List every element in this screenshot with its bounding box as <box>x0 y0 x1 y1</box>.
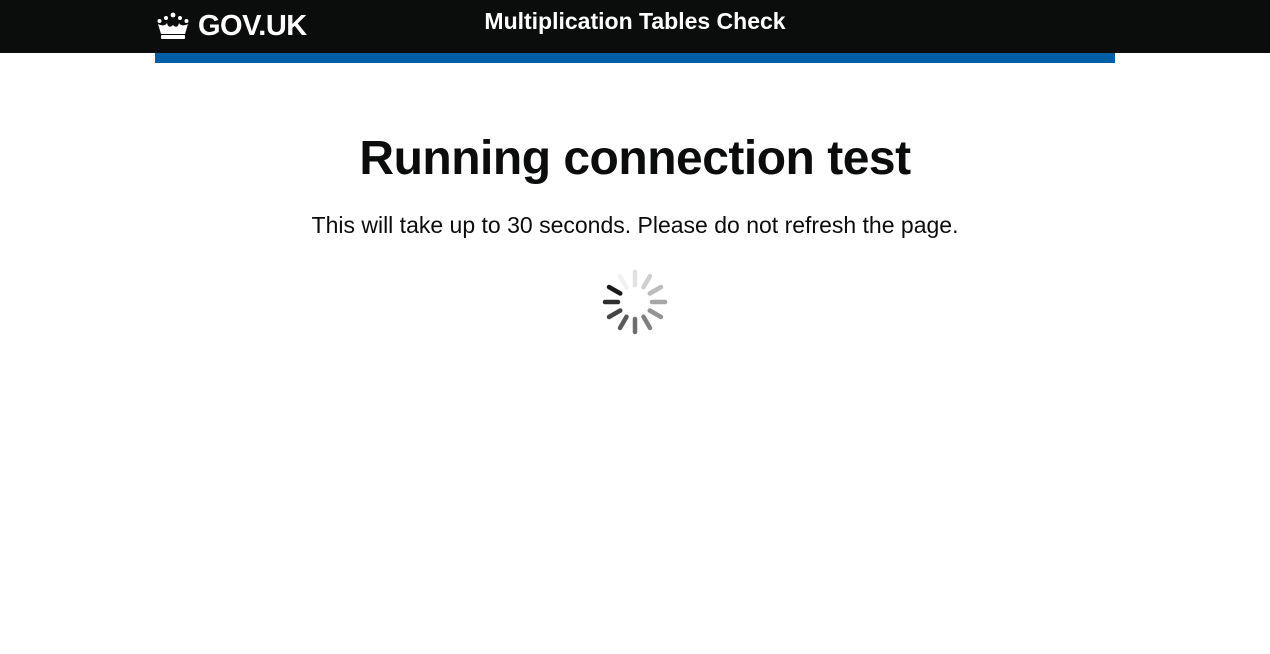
loading-spinner-icon <box>602 269 668 335</box>
service-name-link[interactable]: Multiplication Tables Check <box>0 6 1270 36</box>
instruction-text: This will take up to 30 seconds. Please … <box>311 212 959 238</box>
page-title: Running connection test <box>359 132 911 185</box>
site-header: GOV.UK Multiplication Tables Check <box>0 0 1270 53</box>
header-accent-bar <box>155 53 1115 63</box>
